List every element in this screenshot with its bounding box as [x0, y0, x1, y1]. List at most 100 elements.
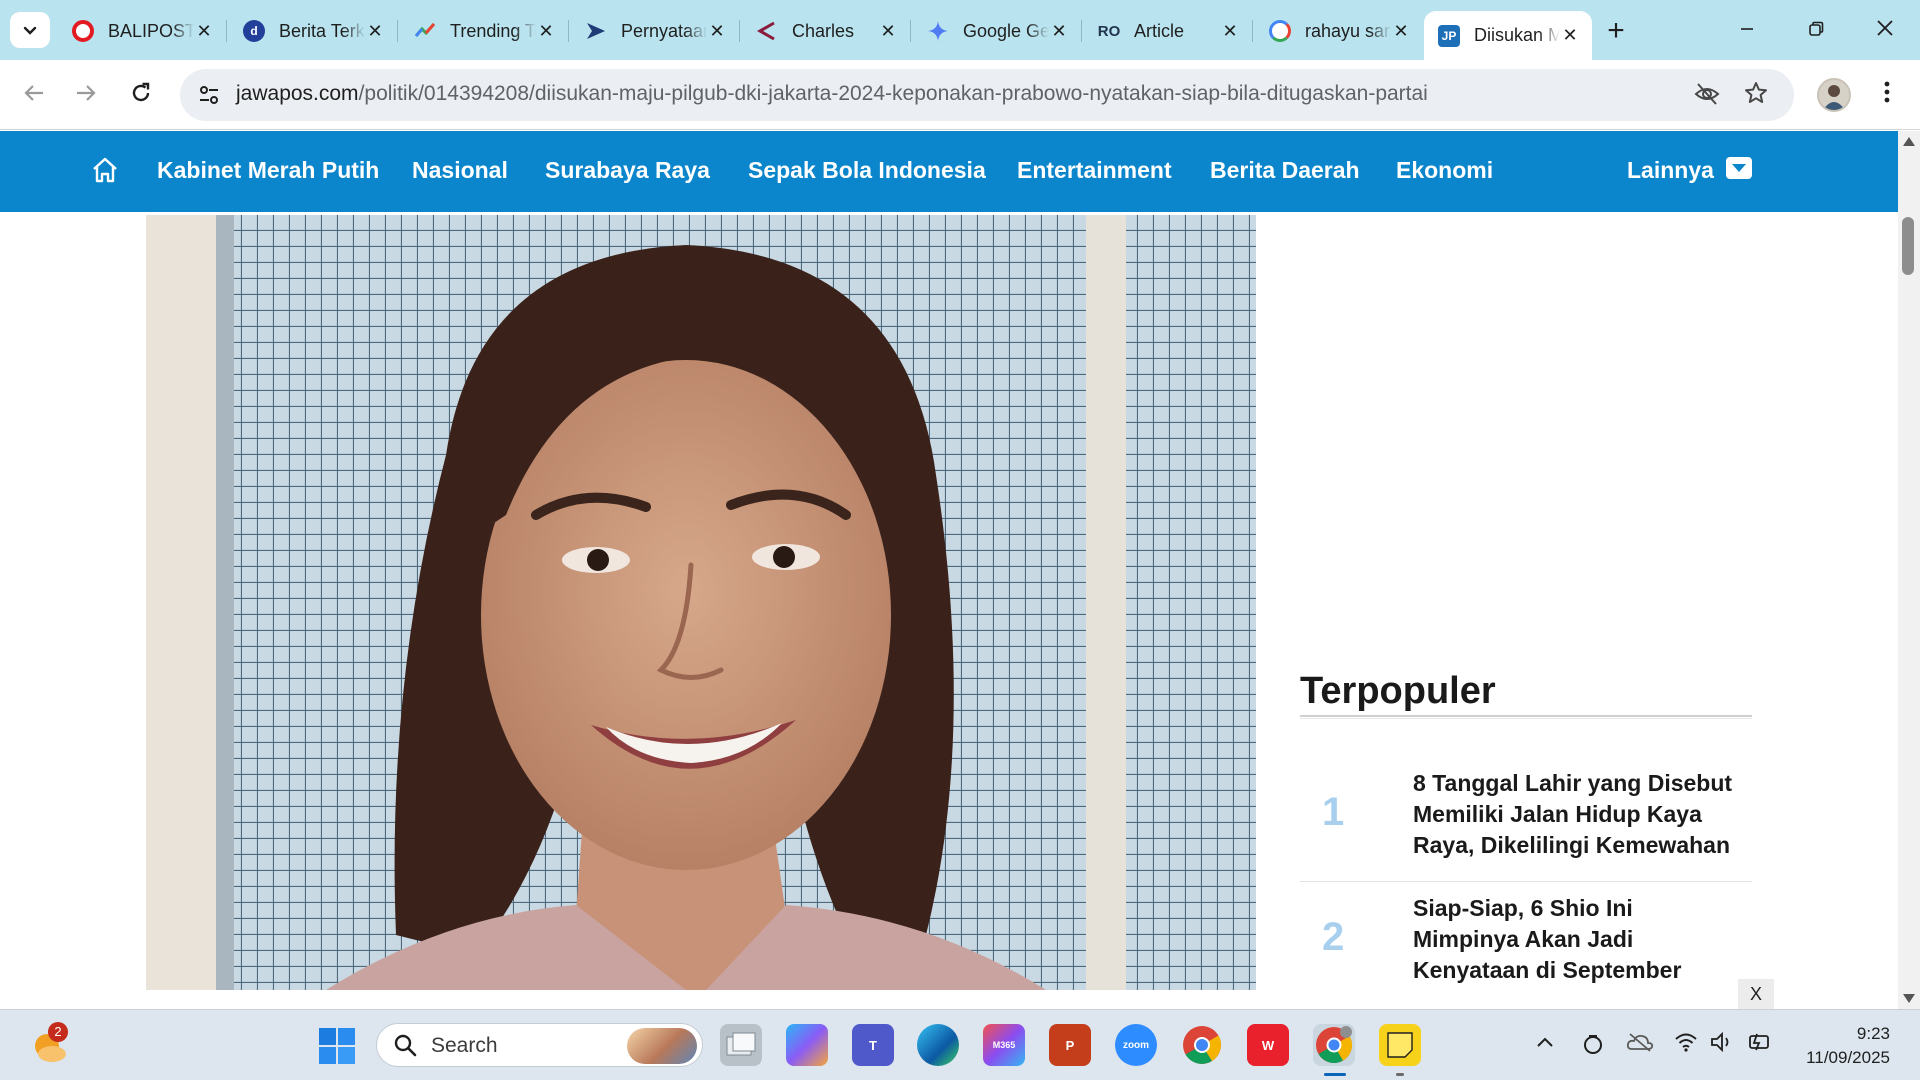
notification-badge: 2: [48, 1022, 68, 1042]
new-tab-button[interactable]: +: [1598, 14, 1634, 50]
popular-item[interactable]: 2 Siap-Siap, 6 Shio Ini Mimpinya Akan Ja…: [1300, 883, 1752, 1007]
back-button[interactable]: [14, 75, 54, 115]
m365-icon[interactable]: M365: [983, 1024, 1025, 1066]
volume-icon[interactable]: [1710, 1031, 1734, 1058]
tab-separator: [397, 20, 398, 42]
tab-close-icon[interactable]: ✕: [707, 21, 727, 42]
tab-close-icon[interactable]: ✕: [536, 21, 556, 42]
onedrive-icon[interactable]: [1626, 1032, 1654, 1058]
forward-button[interactable]: [66, 75, 106, 115]
scroll-down-arrow-icon[interactable]: [1903, 994, 1915, 1003]
url-host: jawapos.com: [236, 82, 359, 105]
jp-icon: JP: [1438, 24, 1460, 47]
article-hero-image: [146, 215, 1256, 990]
browser-menu-button[interactable]: [1872, 75, 1902, 115]
search-icon: [394, 1034, 417, 1057]
zoom-icon[interactable]: zoom: [1115, 1024, 1157, 1066]
arrow-left-icon: [24, 85, 43, 101]
url-text[interactable]: jawapos.com/politik/014394208/diisukan-m…: [236, 82, 1428, 106]
more-vertical-icon: [1884, 81, 1890, 103]
portrait-photo: [146, 215, 1256, 990]
minimize-button[interactable]: [1720, 10, 1774, 50]
tab-search-button[interactable]: [10, 12, 50, 48]
profile-avatar[interactable]: [1817, 78, 1851, 112]
opera-icon: [72, 20, 94, 42]
sticky-notes-icon[interactable]: [1379, 1024, 1421, 1076]
chevron-down-icon: [23, 26, 37, 35]
tab-google-gemini[interactable]: Google Gemini ✕: [913, 11, 1081, 51]
caret-down-icon[interactable]: [1726, 157, 1752, 179]
site-info-icon[interactable]: [194, 80, 224, 110]
nav-lainnya[interactable]: Lainnya: [1627, 157, 1714, 184]
powerpoint-icon[interactable]: P: [1049, 1024, 1091, 1066]
windows-taskbar: 2 Search T M365 P zoom W 9:23 11/09/2025: [0, 1009, 1920, 1080]
popular-divider: [1300, 715, 1752, 719]
tab-separator: [910, 20, 911, 42]
bookmark-arrow-icon: [585, 20, 607, 42]
trending-icon: [414, 20, 436, 42]
file-explorer-icon[interactable]: [720, 1024, 762, 1066]
tab-separator: [1081, 20, 1082, 42]
tab-title: rahayu saraswati: [1305, 20, 1391, 41]
nav-entertainment[interactable]: Entertainment: [1017, 157, 1172, 184]
home-icon[interactable]: [90, 155, 120, 185]
system-clock[interactable]: 9:23 11/09/2025: [1790, 1022, 1890, 1070]
tab-close-icon[interactable]: ✕: [878, 21, 898, 42]
teams-icon[interactable]: T: [852, 1024, 894, 1066]
reload-button[interactable]: [121, 75, 161, 115]
security-shield-icon[interactable]: [1582, 1032, 1604, 1062]
clock-date: 11/09/2025: [1806, 1048, 1890, 1067]
battery-icon[interactable]: [1748, 1032, 1774, 1058]
popular-item[interactable]: 1 8 Tanggal Lahir yang Disebut Memiliki …: [1300, 758, 1752, 882]
scroll-up-arrow-icon[interactable]: [1903, 137, 1915, 146]
bracket-icon: [756, 20, 778, 42]
popular-rank: 1: [1322, 790, 1345, 834]
tab-rahayu[interactable]: rahayu saraswati ✕: [1255, 11, 1423, 51]
popular-heading: Terpopuler: [1300, 670, 1496, 712]
nav-nasional[interactable]: Nasional: [412, 157, 508, 184]
chrome-icon[interactable]: [1181, 1024, 1223, 1066]
copilot-icon[interactable]: [786, 1024, 828, 1066]
tab-diisukan-active[interactable]: JP Diisukan Maju Pilgub ✕: [1424, 11, 1592, 60]
popular-rank: 2: [1322, 915, 1345, 959]
nav-surabaya-raya[interactable]: Surabaya Raya: [545, 157, 710, 184]
edge-icon[interactable]: [917, 1024, 959, 1066]
tab-title: Pernyataan: [621, 20, 707, 41]
popular-headline[interactable]: Siap-Siap, 6 Shio Ini Mimpinya Akan Jadi…: [1413, 893, 1738, 986]
wps-icon[interactable]: W: [1247, 1024, 1289, 1066]
tab-close-icon[interactable]: ✕: [365, 21, 385, 42]
scroll-thumb[interactable]: [1902, 217, 1914, 275]
address-bar[interactable]: jawapos.com/politik/014394208/diisukan-m…: [180, 69, 1794, 121]
chevron-up-icon[interactable]: [1535, 1032, 1555, 1058]
bookmark-star-button[interactable]: [1741, 81, 1771, 111]
tab-close-icon[interactable]: ✕: [194, 21, 214, 42]
close-window-button[interactable]: [1858, 10, 1912, 50]
nav-berita-daerah[interactable]: Berita Daerah: [1210, 157, 1360, 184]
nav-sepak-bola-indonesia[interactable]: Sepak Bola Indonesia: [748, 157, 986, 184]
chrome-profile-icon[interactable]: [1313, 1024, 1355, 1076]
ad-close-button[interactable]: X: [1738, 979, 1774, 1009]
page-scrollbar[interactable]: [1898, 131, 1920, 1009]
search-highlight-image: [627, 1028, 697, 1064]
site-navigation: Kabinet Merah Putih Nasional Surabaya Ra…: [0, 131, 1898, 212]
tab-separator: [1252, 20, 1253, 42]
tab-close-icon[interactable]: ✕: [1220, 21, 1240, 42]
nav-kabinet-merah-putih[interactable]: Kabinet Merah Putih: [157, 157, 379, 184]
restore-button[interactable]: [1789, 10, 1843, 50]
tracking-protection-button[interactable]: [1692, 81, 1722, 111]
tab-pernyataan[interactable]: Pernyataan ✕: [571, 11, 739, 51]
tab-article[interactable]: RO Article ✕: [1084, 11, 1252, 51]
tab-close-icon[interactable]: ✕: [1560, 25, 1580, 46]
tab-charles[interactable]: Charles ✕: [742, 11, 910, 51]
popular-headline[interactable]: 8 Tanggal Lahir yang Disebut Memiliki Ja…: [1413, 768, 1738, 861]
tab-close-icon[interactable]: ✕: [1391, 21, 1411, 42]
tab-berita-terkini[interactable]: d Berita Terkini ✕: [229, 11, 397, 51]
windows-start-icon[interactable]: [318, 1027, 356, 1065]
taskbar-search-box[interactable]: Search: [376, 1023, 703, 1067]
tab-balipost[interactable]: BALIPOST.com ✕: [58, 11, 226, 51]
tab-trending[interactable]: Trending Topics ✕: [400, 11, 568, 51]
eye-slash-icon: [1694, 83, 1720, 105]
wifi-icon[interactable]: [1674, 1032, 1698, 1058]
nav-ekonomi[interactable]: Ekonomi: [1396, 157, 1493, 184]
tab-close-icon[interactable]: ✕: [1049, 21, 1069, 42]
